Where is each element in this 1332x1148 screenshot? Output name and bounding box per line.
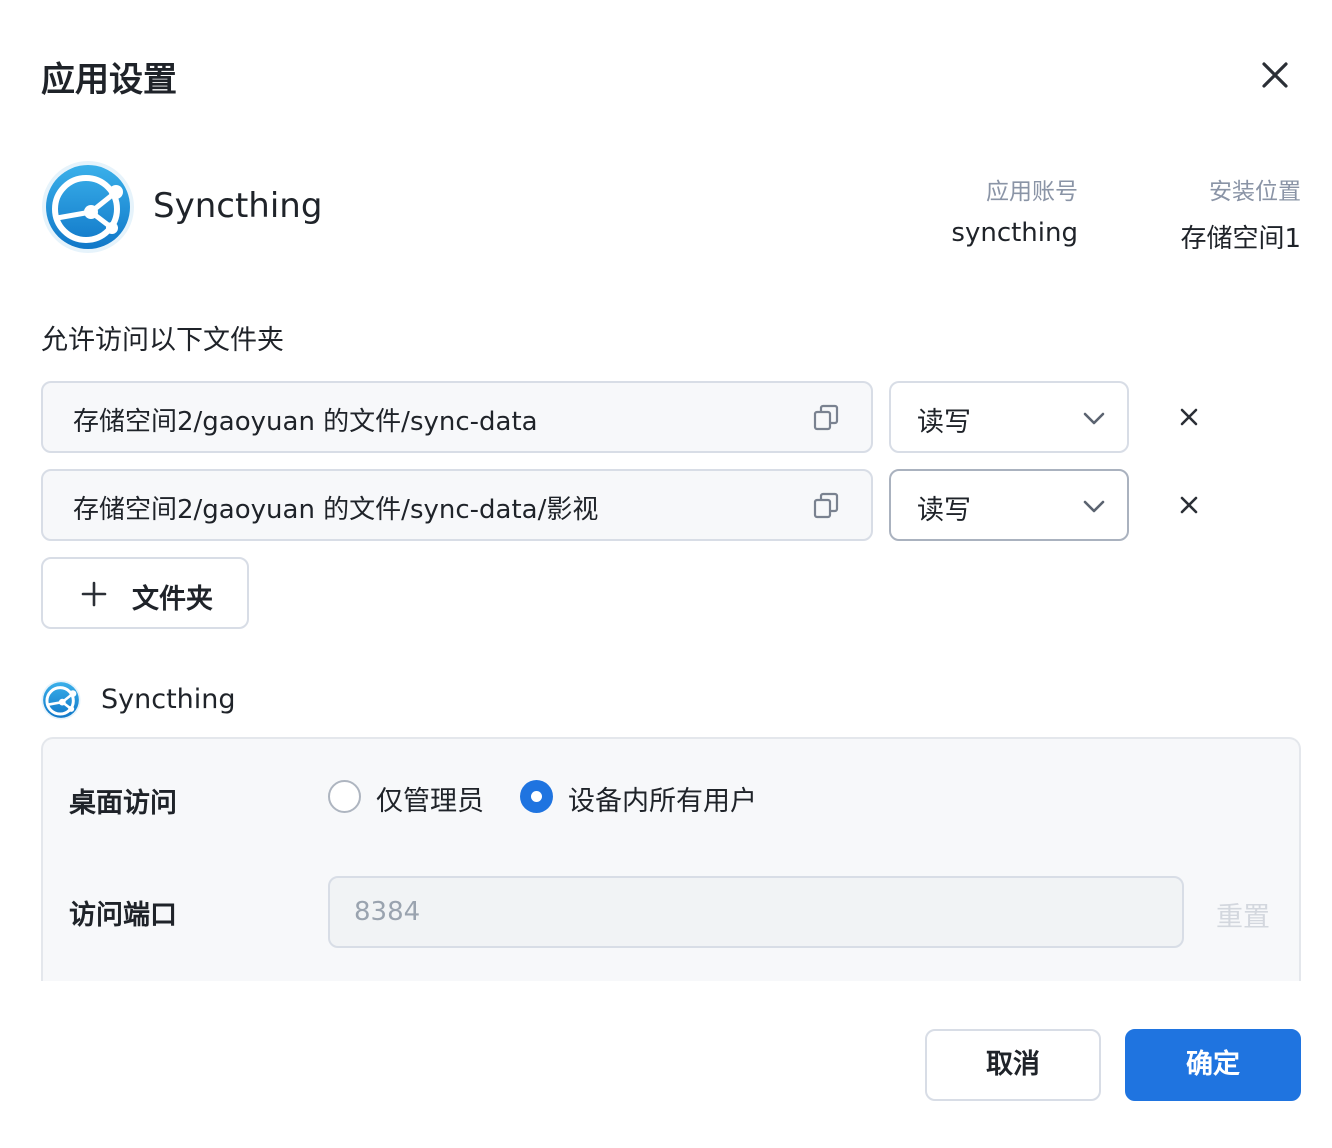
plus-icon: [81, 581, 107, 607]
close-icon: [1180, 496, 1198, 514]
radio-all-users[interactable]: 设备内所有用户: [520, 779, 780, 817]
install-location-value: 存储空间1: [1180, 224, 1301, 254]
install-location-label: 安装位置: [1209, 179, 1301, 205]
permission-value: 读写: [917, 495, 971, 526]
remove-folder-button[interactable]: [1174, 402, 1204, 432]
desktop-access-label: 桌面访问: [69, 788, 177, 819]
chevron-down-icon: [1083, 500, 1105, 513]
cancel-button[interactable]: 取消: [925, 1029, 1101, 1101]
close-button[interactable]: [1255, 55, 1295, 95]
radio-checked-icon: [520, 780, 553, 813]
folders-section-label: 允许访问以下文件夹: [41, 325, 284, 356]
folder-path-text: 存储空间2/gaoyuan 的文件/sync-data/影视: [73, 495, 599, 525]
app-name: Syncthing: [153, 186, 323, 226]
access-port-label: 访问端口: [69, 900, 177, 931]
syncthing-logo-icon: [41, 680, 81, 720]
chevron-down-icon: [1083, 412, 1105, 425]
copy-icon[interactable]: [811, 491, 841, 521]
service-name: Syncthing: [101, 684, 236, 715]
radio-label: 仅管理员: [376, 786, 484, 817]
access-port-value: 8384: [354, 897, 421, 927]
radio-label: 设备内所有用户: [568, 786, 757, 817]
permission-select[interactable]: 读写: [889, 469, 1129, 541]
close-icon: [1180, 408, 1198, 426]
radio-unchecked-icon: [328, 780, 361, 813]
folder-path-field[interactable]: 存储空间2/gaoyuan 的文件/sync-data/影视: [41, 469, 873, 541]
permission-value: 读写: [917, 407, 971, 438]
app-account: 应用账号 syncthing: [951, 172, 1078, 248]
remove-folder-button[interactable]: [1174, 490, 1204, 520]
permission-select[interactable]: 读写: [889, 381, 1129, 453]
confirm-button[interactable]: 确定: [1125, 1029, 1301, 1101]
access-port-input: 8384: [328, 876, 1184, 948]
app-account-value: syncthing: [951, 218, 1078, 248]
close-icon: [1262, 62, 1288, 88]
syncthing-logo-icon: [42, 161, 134, 253]
reset-port-button: 重置: [1216, 902, 1270, 933]
dialog-title: 应用设置: [41, 60, 177, 100]
radio-admin-only[interactable]: 仅管理员: [328, 779, 503, 817]
app-account-label: 应用账号: [986, 179, 1078, 205]
copy-icon[interactable]: [811, 403, 841, 433]
app-settings-dialog: 应用设置 Syncthing 应用账号 syncthing 安装位置 存储空间1…: [0, 0, 1332, 1148]
add-folder-button[interactable]: 文件夹: [41, 557, 249, 629]
folder-path-text: 存储空间2/gaoyuan 的文件/sync-data: [73, 407, 538, 437]
install-location: 安装位置 存储空间1: [1180, 172, 1301, 255]
folder-path-field[interactable]: 存储空间2/gaoyuan 的文件/sync-data: [41, 381, 873, 453]
add-folder-label: 文件夹: [132, 584, 213, 615]
service-settings-panel: 桌面访问 仅管理员 设备内所有用户 访问端口 8384 重置: [41, 737, 1301, 981]
